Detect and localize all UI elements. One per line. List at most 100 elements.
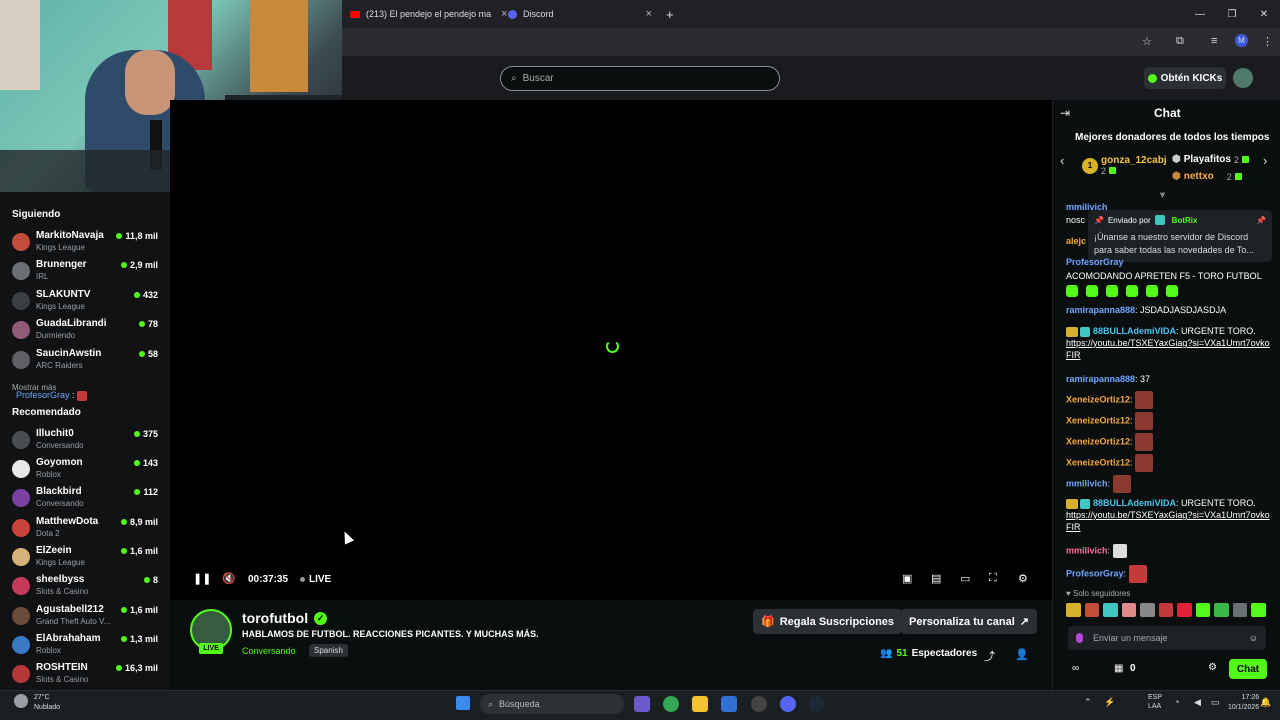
chat-settings-gear-icon[interactable]: ⚙ xyxy=(1208,662,1217,673)
profile-avatar[interactable]: M xyxy=(1235,34,1248,47)
taskbar-search[interactable]: ⌕ Búsqueda xyxy=(480,694,624,714)
system-clock[interactable]: 17:26 10/1/2026 xyxy=(1228,693,1259,713)
send-chat-button[interactable]: Chat xyxy=(1229,659,1267,679)
sidebar-item-blackbird[interactable]: Blackbird Conversando 112 xyxy=(0,484,170,512)
windows-start-icon[interactable] xyxy=(456,696,470,710)
pause-icon[interactable]: ❚❚ xyxy=(193,572,211,585)
miniplayer-icon[interactable]: ▣ xyxy=(902,572,912,585)
sidebar-item-markitonavaja[interactable]: MarkitoNavaja Kings League 11,8 mil xyxy=(0,228,170,256)
language-indicator[interactable]: ESP LAA xyxy=(1148,693,1162,711)
app-icon[interactable] xyxy=(751,696,767,712)
channel-name[interactable]: torofutbol ✓ xyxy=(242,610,328,626)
media-icon[interactable]: ≡ xyxy=(1211,35,1217,47)
discord-icon[interactable] xyxy=(780,696,796,712)
emote-image[interactable] xyxy=(1251,603,1267,617)
user-avatar[interactable] xyxy=(1233,68,1253,88)
gift-subs-button[interactable]: 🎁 Regala Suscripciones xyxy=(753,609,903,634)
chat-username[interactable]: XeneizeOrtiz12 xyxy=(1066,457,1130,467)
emote-image[interactable] xyxy=(1084,603,1100,617)
settings-gear-icon[interactable]: ⚙ xyxy=(1018,572,1028,585)
steam-icon[interactable] xyxy=(809,696,825,712)
fullscreen-icon[interactable]: ⛶ xyxy=(989,572,997,585)
search-input[interactable]: ⌕ Buscar xyxy=(500,66,780,91)
collapse-chat-icon[interactable]: ⇥ xyxy=(1060,106,1070,120)
emote-image[interactable] xyxy=(1103,603,1118,617)
chat-username[interactable]: ramirapanna888 xyxy=(1066,374,1135,384)
share-icon[interactable]: ⤴ xyxy=(984,648,995,664)
sidebar-item-illuchit0[interactable]: Illuchit0 Conversando 375 xyxy=(0,426,170,454)
muted-volume-icon[interactable]: 🔇 xyxy=(222,572,236,585)
sidebar-item-goyomon[interactable]: Goyomon Roblox 143 xyxy=(0,455,170,483)
chevron-up-icon[interactable]: ⌃ xyxy=(1084,697,1092,708)
emoji-icon[interactable]: ☺ xyxy=(1249,633,1258,643)
emote-image[interactable] xyxy=(1140,603,1155,617)
chat-username[interactable]: XeneizeOrtiz12 xyxy=(1066,394,1130,404)
close-icon[interactable]: × xyxy=(501,8,507,20)
stream-category-link[interactable]: Conversando xyxy=(242,646,296,656)
chat-message-input[interactable]: Enviar un mensaje ☺ xyxy=(1068,626,1266,650)
chrome-icon[interactable] xyxy=(663,696,679,712)
theater-mode-icon[interactable]: ▭ xyxy=(960,572,970,585)
language-tag[interactable]: Spanish xyxy=(309,644,348,657)
teams-icon[interactable] xyxy=(634,696,650,712)
sidebar-item-brunenger[interactable]: Brunenger IRL 2,9 mil xyxy=(0,257,170,285)
viewer-count-value: 8 xyxy=(152,575,158,585)
minimize-icon[interactable]: — xyxy=(1184,0,1216,28)
sidebar-item-elzeein[interactable]: ElZeein Kings League 1,6 mil xyxy=(0,543,170,571)
live-indicator[interactable]: LIVE xyxy=(300,574,331,585)
volume-icon[interactable]: ◀ xyxy=(1194,697,1201,708)
chat-link[interactable]: https://youtu.be/TSXEYaxGiag?si=VXa1Umrt… xyxy=(1066,338,1270,360)
store-icon[interactable] xyxy=(721,696,737,712)
star-icon[interactable]: ☆ xyxy=(1142,35,1152,48)
battery-icon[interactable]: ▭ xyxy=(1211,697,1220,708)
file-explorer-icon[interactable] xyxy=(692,696,708,712)
get-kicks-button[interactable]: Obtén KICKs xyxy=(1144,67,1226,89)
chevron-left-icon[interactable]: ‹ xyxy=(1060,153,1064,168)
close-window-icon[interactable]: ✕ xyxy=(1248,0,1280,28)
chat-username[interactable]: ProfesorGray xyxy=(1066,568,1124,578)
sidebar-item-slakuntv[interactable]: SLAKUNTV Kings League 432 xyxy=(0,287,170,315)
chat-username[interactable]: 88BULLAdemiVIDA xyxy=(1093,498,1176,508)
sidebar-item-matthewdota[interactable]: MatthewDota Dota 2 8,9 mil xyxy=(0,514,170,542)
infinity-icon[interactable]: ∞ xyxy=(1072,663,1079,674)
network-icon[interactable]: ⚡ xyxy=(1104,697,1115,708)
chat-username[interactable]: 88BULLAdemiVIDA xyxy=(1093,326,1176,336)
sidebar-item-elabrahaham[interactable]: ElAbrahaham Roblox 1,3 mil xyxy=(0,631,170,659)
chat-username[interactable]: mmilivich xyxy=(1066,478,1108,488)
chevron-right-icon[interactable]: › xyxy=(1263,153,1267,168)
emote-image[interactable] xyxy=(1177,603,1192,617)
notification-bell-icon[interactable]: 🔔 xyxy=(1260,697,1271,708)
emote-image[interactable] xyxy=(1195,603,1211,617)
emote-image[interactable] xyxy=(1232,603,1248,617)
unpin-icon[interactable]: 📌 xyxy=(1256,216,1266,225)
emote-image[interactable] xyxy=(1121,603,1137,617)
clip-icon[interactable]: ▤ xyxy=(931,572,941,585)
customize-channel-button[interactable]: Personaliza tu canal ↗ xyxy=(901,609,1037,634)
emote-image[interactable] xyxy=(1214,603,1229,617)
follow-user-icon[interactable]: 👤 xyxy=(1015,648,1029,661)
extensions-icon[interactable]: ⧉ xyxy=(1176,35,1184,48)
new-tab-button[interactable]: + xyxy=(666,4,674,24)
tab-youtube[interactable]: (213) El pendejo el pendejo ma × xyxy=(350,4,508,24)
maximize-icon[interactable]: ❐ xyxy=(1216,0,1248,28)
sidebar-item-guadalibrandi[interactable]: GuadaLibrandi Durmiendo 78 xyxy=(0,316,170,344)
tab-discord[interactable]: Discord × xyxy=(508,4,654,24)
close-icon[interactable]: × xyxy=(646,8,652,20)
sidebar-item-agustabell212[interactable]: Agustabell212 Grand Theft Auto V... 1,6 … xyxy=(0,602,170,630)
microphone-icon[interactable] xyxy=(1076,633,1083,643)
sidebar-item-sheelbyss[interactable]: sheelbyss Slots & Casino 8 xyxy=(0,572,170,600)
gift-icon[interactable]: ▦ xyxy=(1114,663,1123,674)
sidebar-item-roshtein[interactable]: ROSHTEIN Slots & Casino 16,3 mil xyxy=(0,660,170,688)
chat-username[interactable]: XeneizeOrtiz12 xyxy=(1066,436,1130,446)
chat-username[interactable]: ramirapanna888 xyxy=(1066,305,1135,315)
expand-pinned-icon[interactable]: ⩔ xyxy=(1160,189,1165,200)
wifi-icon[interactable]: ◔ xyxy=(1174,697,1179,707)
emote-image[interactable] xyxy=(1066,603,1081,617)
chat-username[interactable]: XeneizeOrtiz12 xyxy=(1066,415,1130,425)
chat-link[interactable]: https://youtu.be/TSXEYaxGiag?si=VXa1Umrt… xyxy=(1066,510,1270,532)
menu-icon[interactable]: ⋮ xyxy=(1262,35,1273,48)
emote-image[interactable] xyxy=(1158,603,1174,617)
sidebar-item-saucinawstin[interactable]: SaucinAwstin ARC Raiders 58 xyxy=(0,346,170,374)
pinned-message[interactable]: 📌 Enviado por BotRix 📌 ¡Únanse a nuestro… xyxy=(1088,210,1272,262)
chat-username[interactable]: mmilivich xyxy=(1066,545,1108,555)
